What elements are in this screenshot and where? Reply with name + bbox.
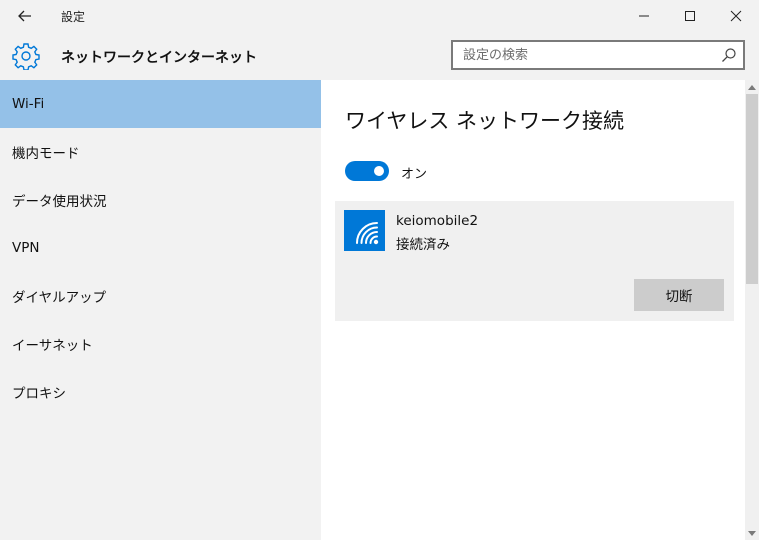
sidebar-item-vpn[interactable]: VPN [0,224,321,272]
gear-icon [12,43,40,70]
main-content: ワイヤレス ネットワーク接続 オン keiomobile2 接続済み 切断 [321,80,745,540]
sidebar-item-label: VPN [12,240,40,256]
scroll-thumb[interactable] [746,94,758,284]
search-icon[interactable] [721,47,737,63]
wifi-icon [344,210,385,251]
settings-window: 設定 ネットワークとインターネット 設定の検索 Wi-Fi 機内モード データ使… [0,0,759,540]
toggle-label: オン [401,167,428,182]
vertical-scrollbar[interactable] [745,80,759,540]
close-button[interactable] [713,0,759,32]
wifi-toggle[interactable] [345,161,389,181]
scroll-down-arrow-icon[interactable] [745,526,759,540]
sidebar-item-proxy[interactable]: プロキシ [0,368,321,416]
title-bar: 設定 [0,0,759,32]
sidebar-item-label: Wi-Fi [12,96,45,112]
sidebar-nav: Wi-Fi 機内モード データ使用状況 VPN ダイヤルアップ イーサネット プ… [0,80,321,540]
sidebar-item-dial-up[interactable]: ダイヤルアップ [0,272,321,320]
page-title: ネットワークとインターネット [61,50,257,66]
sidebar-item-ethernet[interactable]: イーサネット [0,320,321,368]
minimize-icon [639,15,649,17]
sidebar-item-airplane-mode[interactable]: 機内モード [0,128,321,176]
sidebar-item-wifi[interactable]: Wi-Fi [0,80,321,128]
sidebar-item-label: データ使用状況 [12,194,107,210]
search-box[interactable] [451,40,745,70]
close-icon [730,10,742,22]
back-arrow-icon [18,10,31,22]
toggle-knob [374,166,384,176]
sidebar-item-label: ダイヤルアップ [12,290,107,306]
sidebar-item-data-usage[interactable]: データ使用状況 [0,176,321,224]
sidebar-item-label: 機内モード [12,146,80,162]
maximize-button[interactable] [667,0,713,32]
network-item[interactable]: keiomobile2 接続済み 切断 [335,201,734,321]
minimize-button[interactable] [621,0,667,32]
page-header: ネットワークとインターネット [0,32,759,80]
window-title: 設定 [61,10,86,24]
network-status: 接続済み [396,237,450,253]
scroll-up-arrow-icon[interactable] [745,80,759,94]
network-name: keiomobile2 [396,213,479,229]
maximize-icon [685,11,695,21]
search-input[interactable] [453,42,723,68]
sidebar-item-label: イーサネット [12,338,93,354]
back-button[interactable] [10,4,40,28]
section-title: ワイヤレス ネットワーク接続 [345,109,625,133]
disconnect-button[interactable]: 切断 [634,279,724,311]
sidebar-item-label: プロキシ [12,386,66,402]
